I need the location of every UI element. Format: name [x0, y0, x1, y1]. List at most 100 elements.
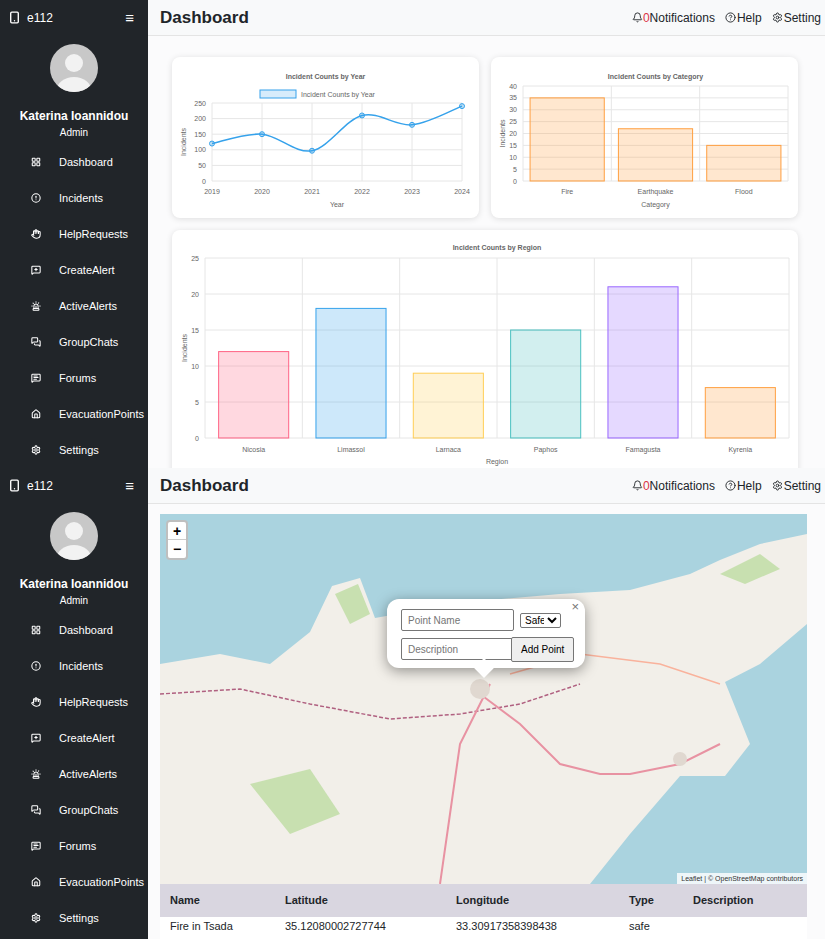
y-tick: 0: [513, 178, 517, 185]
sidebar-item[interactable]: HelpRequests: [0, 216, 148, 252]
sidebar-menu: Dashboard Incidents HelpRequestsCreateAler…: [0, 612, 148, 936]
sidebar-item[interactable]: Settings: [0, 432, 148, 468]
dashboard-screen: e112≡Katerina IoannidouAdminDashboardInc…: [0, 0, 825, 468]
setting-link[interactable]: Setting: [772, 477, 821, 495]
sidebar-item[interactable]: EvacuationPoints: [0, 396, 148, 432]
top-header: Dashboard0NotificationsHelpSetting: [148, 0, 825, 36]
menu-icon: [31, 301, 41, 311]
point-name-input[interactable]: [401, 609, 514, 631]
table-cell: [683, 917, 807, 939]
data-point[interactable]: [460, 104, 465, 109]
sidebar-item-label: Forums: [59, 838, 96, 855]
data-point[interactable]: [210, 141, 215, 146]
sidebar-item[interactable]: EvacuationPoints: [0, 864, 148, 900]
description-input[interactable]: [401, 638, 514, 660]
y-axis: 050100150200250Incidents: [180, 100, 462, 185]
sidebar-item-label: EvacuationPoints: [59, 874, 144, 891]
sidebar-item[interactable]: Dashboard: [0, 144, 148, 180]
brand[interactable]: e112: [8, 477, 53, 495]
bar[interactable]: [511, 330, 581, 438]
bar[interactable]: [707, 145, 781, 181]
menu-toggle[interactable]: ≡: [125, 10, 140, 25]
setting-link[interactable]: Setting: [772, 9, 821, 27]
sidebar-item[interactable]: CreateAlert: [0, 252, 148, 288]
top-header: Dashboard 0Notifications Help Setting: [148, 468, 825, 504]
sidebar-item[interactable]: GroupChats: [0, 792, 148, 828]
menu-icon: [31, 841, 41, 851]
data-point[interactable]: [310, 148, 315, 153]
column-header[interactable]: Name: [160, 884, 275, 917]
sidebar-item[interactable]: Incidents: [0, 648, 148, 684]
bar[interactable]: [608, 287, 678, 438]
notifications-link[interactable]: 0Notifications: [632, 9, 715, 27]
column-header[interactable]: Type: [619, 884, 683, 917]
y-tick: 200: [194, 115, 206, 122]
sidebar-item[interactable]: Dashboard: [0, 612, 148, 648]
chart-title: Incident Counts by Region: [453, 244, 542, 252]
popup-close-button[interactable]: ×: [571, 600, 579, 613]
column-header[interactable]: Description: [683, 884, 807, 917]
y-tick: 20: [191, 291, 199, 298]
bar[interactable]: [316, 308, 386, 438]
notifications-link[interactable]: 0Notifications: [632, 477, 715, 495]
sidebar-item[interactable]: GroupChats: [0, 324, 148, 360]
map[interactable]: +−×SafeAdd PointLeaflet | © OpenStreetMa…: [160, 514, 807, 884]
charts-content: Incident Counts by YearIncident Counts b…: [148, 36, 825, 468]
sidebar-item-label: CreateAlert: [59, 262, 115, 279]
add-point-button[interactable]: Add Point: [511, 637, 574, 662]
sidebar-item[interactable]: Forums: [0, 828, 148, 864]
page-title: Dashboard: [160, 473, 249, 499]
table-row[interactable]: Fire in Tsada35.1208000272774433.3091735…: [160, 917, 807, 939]
sidebar-item[interactable]: Settings: [0, 900, 148, 936]
column-header[interactable]: Longitude: [446, 884, 619, 917]
sidebar-item[interactable]: ActiveAlerts: [0, 288, 148, 324]
sidebar-item[interactable]: CreateAlert: [0, 720, 148, 756]
sidebar-item-label: GroupChats: [59, 334, 118, 351]
bar[interactable]: [705, 388, 775, 438]
y-axis-label: Incidents: [499, 119, 506, 148]
data-point[interactable]: [410, 122, 415, 127]
help-link[interactable]: Help: [725, 477, 762, 495]
y-tick: 250: [194, 100, 206, 107]
notifications-label: Notifications: [650, 477, 715, 495]
point-type-select[interactable]: Safe: [520, 613, 561, 628]
bar[interactable]: [618, 129, 692, 181]
sidebar: e112≡Katerina IoannidouAdminDashboardInc…: [0, 468, 148, 939]
sidebar-item-label: HelpRequests: [59, 226, 128, 243]
menu-toggle[interactable]: ≡: [125, 478, 140, 493]
help-link[interactable]: Help: [725, 9, 762, 27]
data-point[interactable]: [360, 113, 365, 118]
y-tick: 15: [191, 327, 199, 334]
user-name: Katerina Ioannidou: [0, 576, 148, 592]
column-header[interactable]: Latitude: [275, 884, 446, 917]
brand-label: e112: [27, 9, 53, 27]
header-actions: 0Notifications Help Setting: [632, 477, 821, 495]
table-cell: 35.12080002727744: [275, 917, 446, 939]
bar[interactable]: [219, 352, 289, 438]
table-header: NameLatitudeLongitudeTypeDescription: [160, 884, 807, 917]
y-tick: 40: [509, 83, 517, 90]
sidebar-item[interactable]: Incidents: [0, 180, 148, 216]
zoom-control: +−: [166, 520, 188, 560]
bar[interactable]: [530, 98, 604, 181]
zoom-out-button[interactable]: −: [168, 540, 186, 558]
x-tick: 2024: [454, 188, 470, 195]
sidebar-item[interactable]: ActiveAlerts: [0, 756, 148, 792]
y-tick: 15: [509, 142, 517, 149]
zoom-in-button[interactable]: +: [168, 522, 186, 540]
data-point[interactable]: [260, 132, 265, 137]
sidebar-item[interactable]: Forums: [0, 360, 148, 396]
sidebar-item[interactable]: HelpRequests: [0, 684, 148, 720]
help-icon: [725, 12, 736, 23]
region-bar-chart: Incident Counts by Region0510152025Incid…: [172, 230, 798, 468]
y-tick: 20: [509, 130, 517, 137]
x-tick: Flood: [735, 188, 753, 195]
menu-icon: [31, 913, 41, 923]
menu-icon: [31, 265, 41, 275]
bar[interactable]: [413, 373, 483, 438]
brand[interactable]: e112: [8, 9, 53, 27]
bell-icon: [632, 12, 643, 23]
popup-row: Safe: [401, 609, 575, 631]
sidebar-item-label: Incidents: [59, 658, 103, 675]
setting-label: Setting: [784, 9, 821, 27]
